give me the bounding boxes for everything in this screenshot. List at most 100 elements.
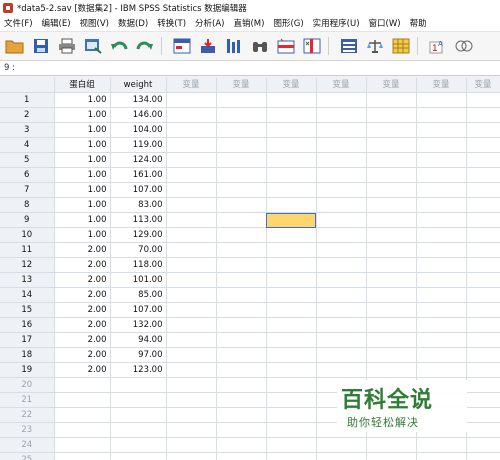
empty-cell[interactable] xyxy=(216,167,267,183)
empty-cell[interactable] xyxy=(166,122,217,138)
empty-cell[interactable] xyxy=(216,347,267,363)
empty-cell[interactable] xyxy=(266,407,317,423)
empty-cell[interactable] xyxy=(216,137,267,153)
empty-cell[interactable] xyxy=(366,167,417,183)
cell-group[interactable]: 1.00 xyxy=(54,167,111,183)
empty-cell[interactable] xyxy=(466,197,500,213)
empty-cell[interactable] xyxy=(466,272,500,288)
row-number[interactable]: 23 xyxy=(0,422,55,438)
empty-cell[interactable] xyxy=(216,377,267,393)
empty-cell[interactable] xyxy=(166,422,217,438)
empty-cell[interactable] xyxy=(54,437,111,453)
empty-cell[interactable] xyxy=(266,287,317,303)
empty-cell[interactable] xyxy=(166,347,217,363)
empty-cell[interactable] xyxy=(466,242,500,258)
empty-cell[interactable] xyxy=(466,92,500,108)
row-number[interactable]: 22 xyxy=(0,407,55,423)
empty-cell[interactable] xyxy=(366,332,417,348)
empty-cell[interactable] xyxy=(366,257,417,273)
empty-cell[interactable] xyxy=(266,377,317,393)
row-number[interactable]: 5 xyxy=(0,152,55,168)
find-icon[interactable] xyxy=(249,36,271,56)
empty-cell[interactable] xyxy=(366,317,417,333)
empty-cell[interactable] xyxy=(366,272,417,288)
insert-variable-icon[interactable] xyxy=(301,36,323,56)
empty-cell[interactable] xyxy=(416,257,467,273)
empty-cell[interactable] xyxy=(266,452,317,460)
empty-cell[interactable] xyxy=(366,227,417,243)
empty-cell[interactable] xyxy=(216,227,267,243)
cell-weight[interactable]: 83.00 xyxy=(110,197,167,213)
empty-cell[interactable] xyxy=(166,257,217,273)
empty-cell[interactable] xyxy=(216,317,267,333)
empty-cell[interactable] xyxy=(166,332,217,348)
empty-cell[interactable] xyxy=(366,122,417,138)
empty-cell[interactable] xyxy=(366,242,417,258)
empty-cell[interactable] xyxy=(166,197,217,213)
menu-graphs[interactable]: 图形(G) xyxy=(269,17,307,29)
menu-view[interactable]: 视图(V) xyxy=(76,17,113,29)
empty-cell[interactable] xyxy=(266,197,317,213)
empty-cell[interactable] xyxy=(266,362,317,378)
empty-cell[interactable] xyxy=(466,452,500,460)
empty-cell[interactable] xyxy=(316,437,367,453)
empty-cell[interactable] xyxy=(416,152,467,168)
empty-cell[interactable] xyxy=(316,152,367,168)
row-number[interactable]: 21 xyxy=(0,392,55,408)
empty-cell[interactable] xyxy=(266,437,317,453)
empty-cell[interactable] xyxy=(266,347,317,363)
cell-weight[interactable]: 101.00 xyxy=(110,272,167,288)
empty-cell[interactable] xyxy=(416,287,467,303)
cell-weight[interactable]: 146.00 xyxy=(110,107,167,123)
empty-cell[interactable] xyxy=(316,272,367,288)
column-header[interactable]: 变量 xyxy=(216,78,267,93)
row-number[interactable]: 20 xyxy=(0,377,55,393)
empty-cell[interactable] xyxy=(366,212,417,228)
row-number[interactable]: 18 xyxy=(0,347,55,363)
empty-cell[interactable] xyxy=(416,137,467,153)
cell-weight[interactable]: 97.00 xyxy=(110,347,167,363)
empty-cell[interactable] xyxy=(466,167,500,183)
empty-cell[interactable] xyxy=(316,257,367,273)
empty-cell[interactable] xyxy=(166,242,217,258)
empty-cell[interactable] xyxy=(166,272,217,288)
empty-cell[interactable] xyxy=(110,392,167,408)
cell-group[interactable]: 1.00 xyxy=(54,137,111,153)
empty-cell[interactable] xyxy=(316,302,367,318)
empty-cell[interactable] xyxy=(266,137,317,153)
empty-cell[interactable] xyxy=(216,422,267,438)
row-number[interactable]: 19 xyxy=(0,362,55,378)
cell-weight[interactable]: 123.00 xyxy=(110,362,167,378)
column-header[interactable]: 变量 xyxy=(466,78,500,93)
empty-cell[interactable] xyxy=(266,167,317,183)
empty-cell[interactable] xyxy=(466,227,500,243)
empty-cell[interactable] xyxy=(166,212,217,228)
empty-cell[interactable] xyxy=(466,377,500,393)
weight-cases-icon[interactable] xyxy=(364,36,386,56)
empty-cell[interactable] xyxy=(266,257,317,273)
empty-cell[interactable] xyxy=(416,182,467,198)
row-number[interactable]: 11 xyxy=(0,242,55,258)
cell-weight[interactable]: 70.00 xyxy=(110,242,167,258)
empty-cell[interactable] xyxy=(466,362,500,378)
empty-cell[interactable] xyxy=(466,422,500,438)
empty-cell[interactable] xyxy=(366,152,417,168)
column-header[interactable]: weight xyxy=(110,78,167,93)
empty-cell[interactable] xyxy=(166,317,217,333)
empty-cell[interactable] xyxy=(366,197,417,213)
row-number[interactable]: 10 xyxy=(0,227,55,243)
row-number[interactable]: 14 xyxy=(0,287,55,303)
cell-group[interactable]: 2.00 xyxy=(54,347,111,363)
cell-weight[interactable]: 104.00 xyxy=(110,122,167,138)
empty-cell[interactable] xyxy=(416,347,467,363)
row-number[interactable]: 9 xyxy=(0,212,55,228)
empty-cell[interactable] xyxy=(416,107,467,123)
empty-cell[interactable] xyxy=(166,392,217,408)
empty-cell[interactable] xyxy=(216,197,267,213)
cell-group[interactable]: 1.00 xyxy=(54,92,111,108)
row-number[interactable]: 25 xyxy=(0,452,55,460)
empty-cell[interactable] xyxy=(216,287,267,303)
empty-cell[interactable] xyxy=(366,362,417,378)
empty-cell[interactable] xyxy=(216,122,267,138)
row-number[interactable]: 24 xyxy=(0,437,55,453)
